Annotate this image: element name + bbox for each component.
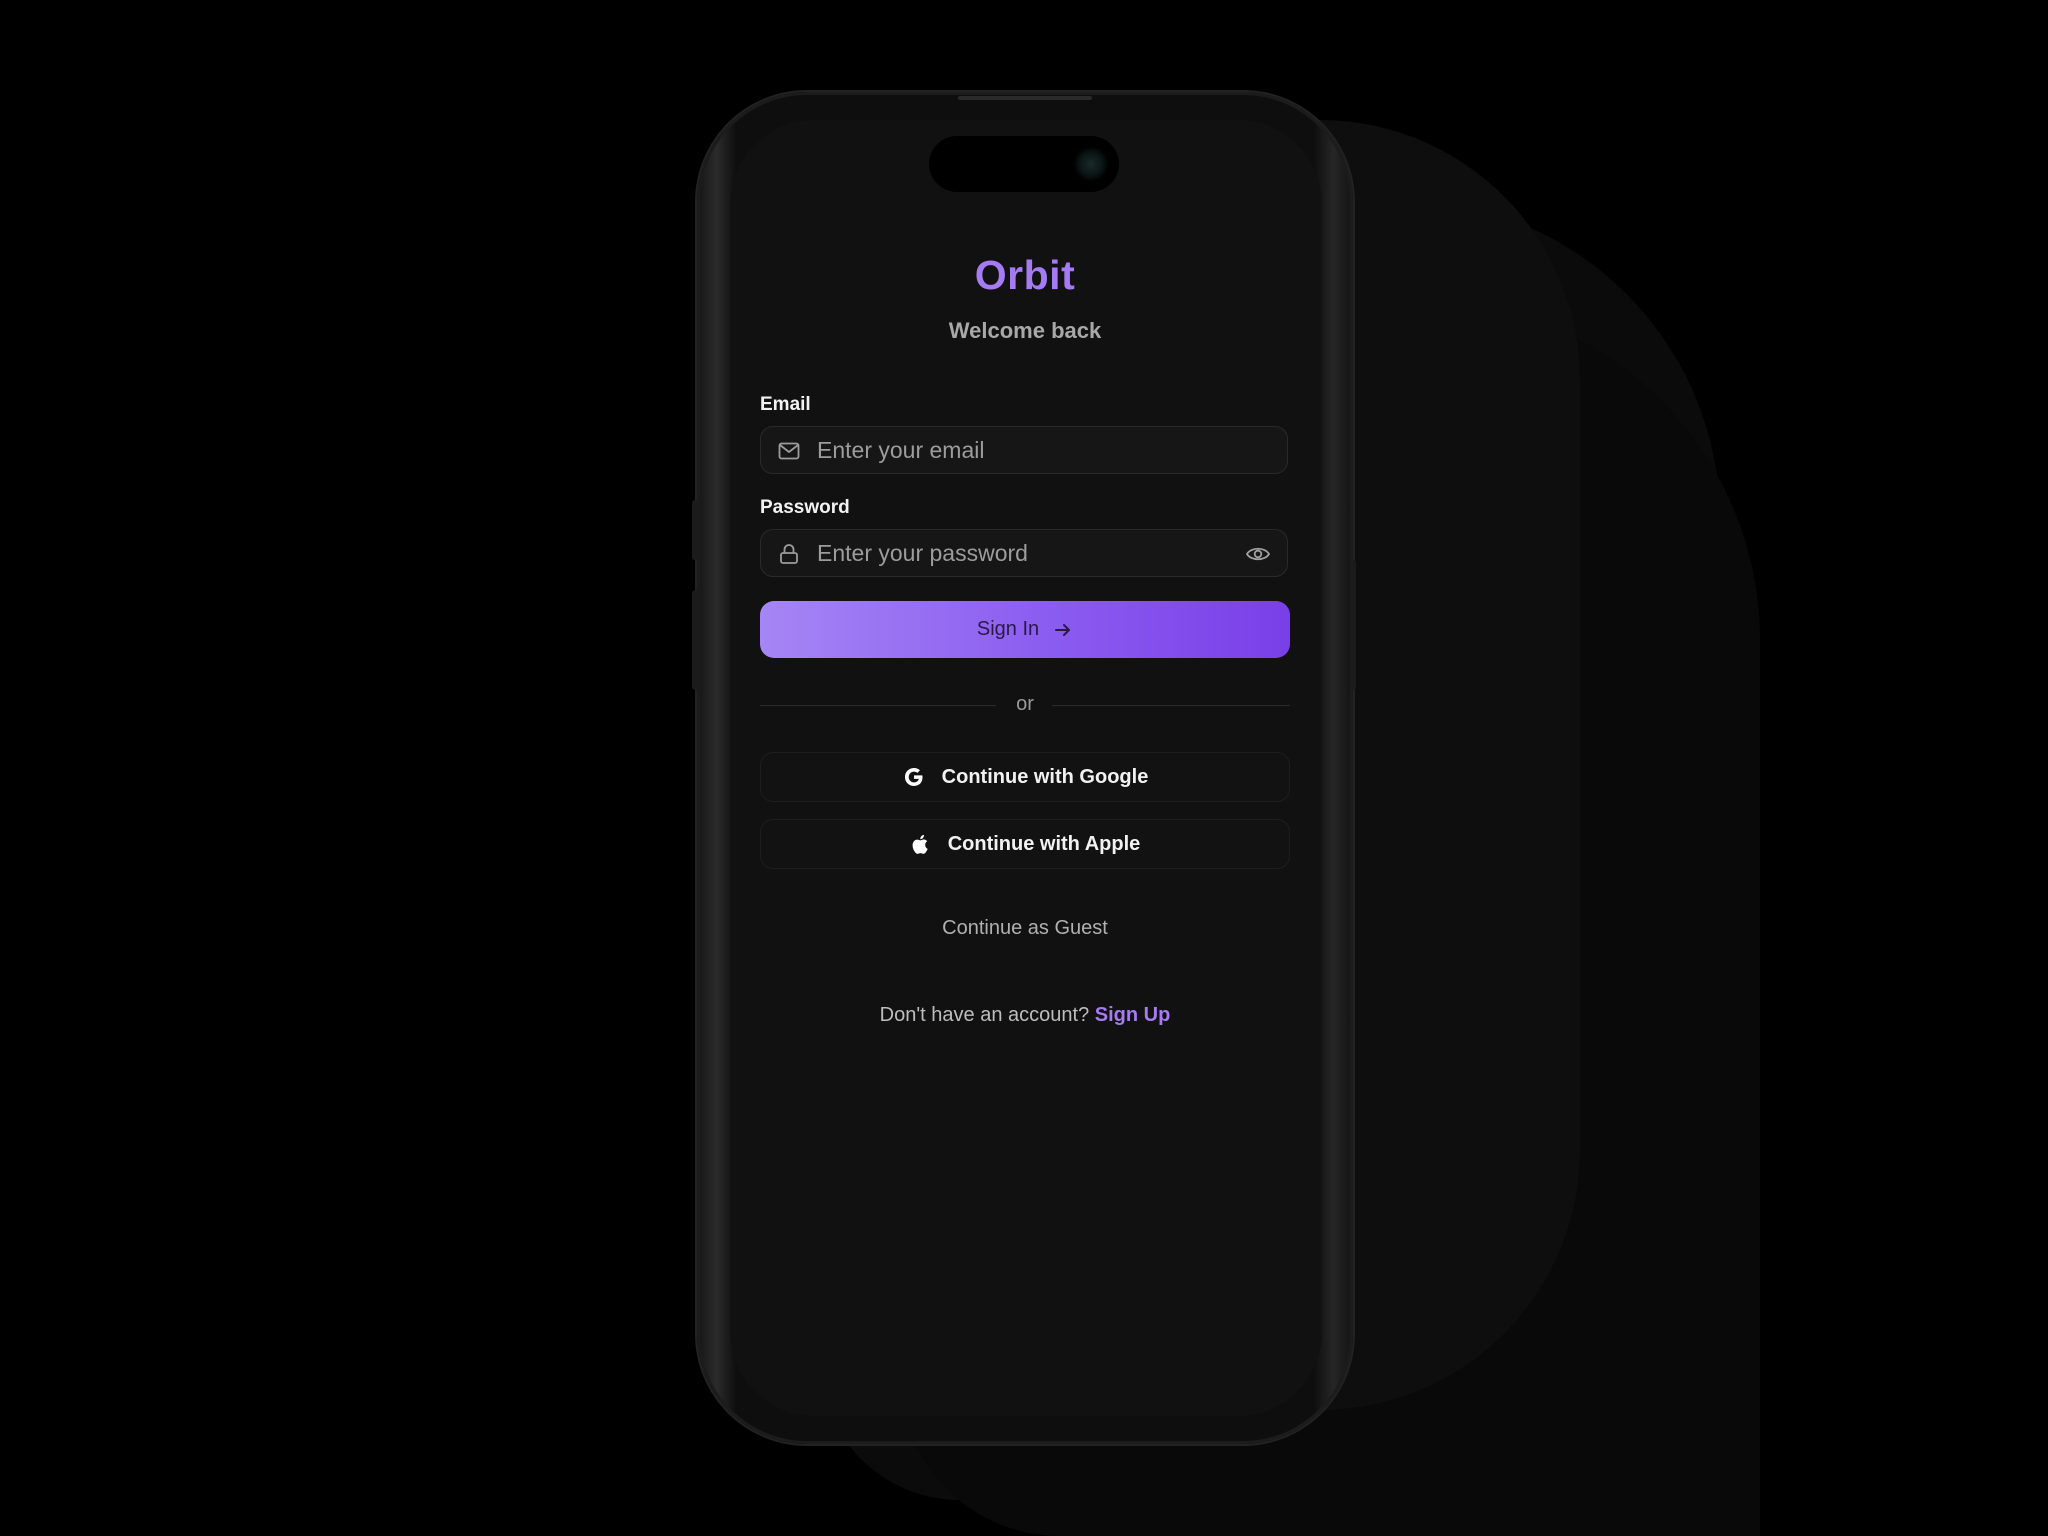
google-button-label: Continue with Google xyxy=(941,765,1149,788)
sign-in-label: Sign In xyxy=(976,618,1040,640)
continue-as-guest-link[interactable]: Continue as Guest xyxy=(760,917,1290,940)
phone-side-button xyxy=(692,500,698,560)
divider-text: or xyxy=(1016,693,1034,715)
sign-up-link[interactable]: Sign Up xyxy=(1095,1004,1171,1026)
phone-speaker xyxy=(958,96,1092,100)
email-input[interactable] xyxy=(817,427,1217,473)
password-field-container[interactable] xyxy=(760,529,1288,577)
email-field-container[interactable] xyxy=(760,426,1288,474)
apple-icon xyxy=(912,834,928,854)
phone-side-button xyxy=(1350,560,1356,690)
google-sign-in-button[interactable]: Continue with Google xyxy=(760,752,1290,802)
signup-prompt: Don't have an account? xyxy=(879,1004,1090,1026)
page-subtitle: Welcome back xyxy=(948,318,1102,343)
password-label: Password xyxy=(760,497,850,518)
phone-side-button xyxy=(692,590,698,690)
camera-icon xyxy=(1073,146,1109,182)
divider-line xyxy=(760,705,996,706)
eye-icon[interactable] xyxy=(1245,542,1271,566)
email-label: Email xyxy=(760,394,811,415)
arrow-right-icon xyxy=(1055,623,1071,636)
google-icon xyxy=(904,768,923,786)
mail-icon xyxy=(778,442,800,460)
signup-row: Don't have an account? Sign Up xyxy=(760,1004,1290,1027)
app-title: Orbit xyxy=(974,252,1076,298)
stage: Orbit Welcome back Email Password Sign I… xyxy=(0,0,2048,1536)
apple-button-label: Continue with Apple xyxy=(947,832,1141,855)
password-input[interactable] xyxy=(817,530,1217,576)
lock-icon xyxy=(780,544,798,564)
apple-sign-in-button[interactable]: Continue with Apple xyxy=(760,819,1290,869)
sign-in-button[interactable]: Sign In xyxy=(760,601,1290,658)
divider-line xyxy=(1052,705,1290,706)
